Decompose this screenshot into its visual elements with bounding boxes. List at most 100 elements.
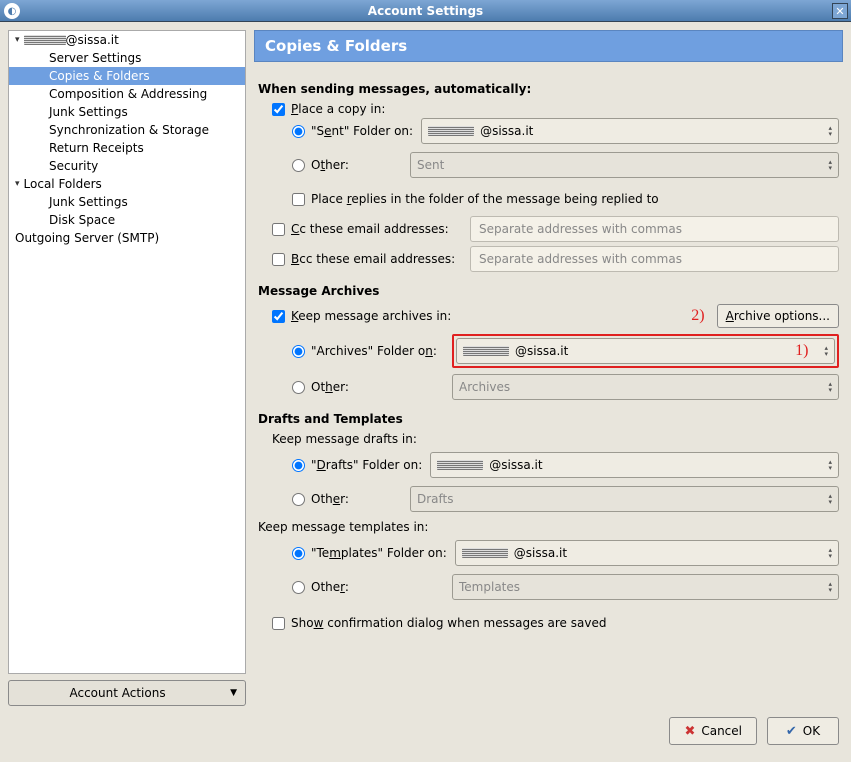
drafts-other-radio-input[interactable] xyxy=(292,493,305,506)
templates-other-value: Templates xyxy=(459,580,520,594)
templates-other-dropdown: Templates ▴▾ xyxy=(452,574,839,600)
drafts-other-dropdown: Drafts ▴▾ xyxy=(410,486,839,512)
drafts-other-row: Other: Drafts ▴▾ xyxy=(292,484,839,514)
drafts-folder-radio[interactable]: "Drafts" Folder on: xyxy=(292,458,422,472)
cancel-button[interactable]: ✖ Cancel xyxy=(669,717,757,745)
archives-other-value: Archives xyxy=(459,380,510,394)
panel-title: Copies & Folders xyxy=(254,30,843,62)
bcc-checkbox-input[interactable] xyxy=(272,253,285,266)
archives-folder-radio-label: "Archives" Folder on: xyxy=(311,344,437,358)
drafts-folder-row: "Drafts" Folder on: @sissa.it ▴▾ xyxy=(292,450,839,480)
cc-text-input[interactable]: Separate addresses with commas xyxy=(470,216,839,242)
spinner-icon: ▴▾ xyxy=(828,125,832,137)
tree-item-10[interactable]: Disk Space xyxy=(9,211,245,229)
archives-folder-radio-input[interactable] xyxy=(292,345,305,358)
place-copy-checkbox[interactable]: Place a copy in: xyxy=(272,102,839,116)
account-actions-label: Account Actions xyxy=(69,686,165,700)
spinner-icon: ▴▾ xyxy=(828,547,832,559)
place-copy-checkbox-input[interactable] xyxy=(272,103,285,116)
keep-archives-label: Keep message archives in: xyxy=(291,309,451,323)
spinner-icon: ▴▾ xyxy=(828,459,832,471)
tree-item-label: @sissa.it xyxy=(66,33,119,47)
bcc-text-input[interactable]: Separate addresses with commas xyxy=(470,246,839,272)
tree-item-6[interactable]: Return Receipts xyxy=(9,139,245,157)
sent-folder-radio[interactable]: "Sent" Folder on: xyxy=(292,124,413,138)
place-replies-checkbox[interactable]: Place replies in the folder of the messa… xyxy=(292,192,659,206)
tree-item-1[interactable]: Server Settings xyxy=(9,49,245,67)
tree-item-8[interactable]: Local Folders xyxy=(9,175,245,193)
cancel-label: Cancel xyxy=(701,724,742,738)
account-tree[interactable]: @sissa.it Server Settings Copies & Folders… xyxy=(8,30,246,674)
drafts-account-value: @sissa.it xyxy=(489,458,542,472)
window-titlebar: ◐ Account Settings ✕ xyxy=(0,0,851,22)
archives-dropdown-highlight: @sissa.it 1) ▴▾ xyxy=(452,334,839,368)
spinner-icon: ▴▾ xyxy=(828,159,832,171)
cc-placeholder: Separate addresses with commas xyxy=(479,222,682,236)
archives-other-radio-input[interactable] xyxy=(292,381,305,394)
ok-icon: ✔ xyxy=(786,724,797,739)
tree-item-7[interactable]: Security xyxy=(9,157,245,175)
show-confirm-checkbox-input[interactable] xyxy=(272,617,285,630)
drafts-folder-radio-input[interactable] xyxy=(292,459,305,472)
templates-other-radio-input[interactable] xyxy=(292,581,305,594)
ok-button[interactable]: ✔ OK xyxy=(767,717,839,745)
place-replies-label: Place replies in the folder of the messa… xyxy=(311,192,659,206)
show-confirm-row: Show confirmation dialog when messages a… xyxy=(272,608,839,638)
obscured-username-icon xyxy=(463,346,509,356)
archives-account-dropdown[interactable]: @sissa.it 1) ▴▾ xyxy=(456,338,835,364)
tree-item-label: Junk Settings xyxy=(49,195,128,209)
tree-item-label: Composition & Addressing xyxy=(49,87,207,101)
sent-folder-radio-input[interactable] xyxy=(292,125,305,138)
keep-drafts-label: Keep message drafts in: xyxy=(272,432,839,446)
drafts-account-dropdown[interactable]: @sissa.it ▴▾ xyxy=(430,452,839,478)
sent-folder-radio-label: "Sent" Folder on: xyxy=(311,124,413,138)
show-confirm-checkbox[interactable]: Show confirmation dialog when messages a… xyxy=(272,616,606,630)
drafts-other-radio-label: Other: xyxy=(311,492,349,506)
tree-item-5[interactable]: Synchronization & Storage xyxy=(9,121,245,139)
obscured-username-icon xyxy=(24,35,66,45)
window-close-button[interactable]: ✕ xyxy=(832,3,848,19)
tree-item-9[interactable]: Junk Settings xyxy=(9,193,245,211)
keep-archives-checkbox-input[interactable] xyxy=(272,310,285,323)
tree-item-3[interactable]: Composition & Addressing xyxy=(9,85,245,103)
keep-templates-label: Keep message templates in: xyxy=(258,520,839,534)
sidebar: @sissa.it Server Settings Copies & Folders… xyxy=(8,30,246,706)
tree-item-label: Copies & Folders xyxy=(49,69,150,83)
templates-folder-radio-input[interactable] xyxy=(292,547,305,560)
sent-other-radio-label: Other: xyxy=(311,158,349,172)
cc-checkbox-input[interactable] xyxy=(272,223,285,236)
templates-account-dropdown[interactable]: @sissa.it ▴▾ xyxy=(455,540,839,566)
tree-item-label: Outgoing Server (SMTP) xyxy=(15,231,159,245)
spinner-icon: ▴▾ xyxy=(828,493,832,505)
tree-item-0[interactable]: @sissa.it xyxy=(9,31,245,49)
tree-item-label: Local Folders xyxy=(24,177,102,191)
tree-item-2[interactable]: Copies & Folders xyxy=(9,67,245,85)
spinner-icon: ▴▾ xyxy=(824,345,828,357)
archives-folder-radio[interactable]: "Archives" Folder on: xyxy=(292,344,444,358)
bcc-checkbox[interactable]: Bcc these email addresses: xyxy=(272,252,462,266)
sent-other-radio[interactable]: Other: xyxy=(292,158,402,172)
tree-item-11[interactable]: Outgoing Server (SMTP) xyxy=(9,229,245,247)
templates-folder-radio-label: "Templates" Folder on: xyxy=(311,546,447,560)
archive-options-button[interactable]: Archive options... xyxy=(717,304,839,328)
archives-other-radio[interactable]: Other: xyxy=(292,380,444,394)
sent-account-dropdown[interactable]: @sissa.it ▴▾ xyxy=(421,118,839,144)
archives-account-value: @sissa.it xyxy=(515,344,568,358)
sent-other-value: Sent xyxy=(417,158,444,172)
sent-other-radio-input[interactable] xyxy=(292,159,305,172)
settings-panel: Copies & Folders When sending messages, … xyxy=(254,30,843,706)
drafts-other-radio[interactable]: Other: xyxy=(292,492,402,506)
templates-other-radio[interactable]: Other: xyxy=(292,580,444,594)
window-body: @sissa.it Server Settings Copies & Folders… xyxy=(0,22,851,714)
tree-item-label: Security xyxy=(49,159,98,173)
place-replies-checkbox-input[interactable] xyxy=(292,193,305,206)
tree-item-4[interactable]: Junk Settings xyxy=(9,103,245,121)
account-actions-button[interactable]: Account Actions ▼ xyxy=(8,680,246,706)
bcc-placeholder: Separate addresses with commas xyxy=(479,252,682,266)
templates-folder-radio[interactable]: "Templates" Folder on: xyxy=(292,546,447,560)
keep-archives-checkbox[interactable]: Keep message archives in: xyxy=(272,309,451,323)
templates-folder-row: "Templates" Folder on: @sissa.it ▴▾ xyxy=(292,538,839,568)
tree-item-label: Synchronization & Storage xyxy=(49,123,209,137)
cc-checkbox[interactable]: Cc these email addresses: xyxy=(272,222,462,236)
cancel-icon: ✖ xyxy=(684,724,695,739)
